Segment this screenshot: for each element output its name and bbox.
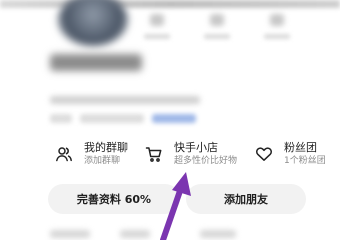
feature-title: 我的群聊 <box>84 141 128 154</box>
username-blur <box>50 54 142 71</box>
feature-fan-club[interactable]: 粉丝团 1个粉丝团 <box>252 136 326 172</box>
complete-profile-button[interactable]: 完善资料 60% <box>48 184 180 214</box>
profile-tag-blur <box>80 114 144 123</box>
feature-kuaishou-shop[interactable]: 快手小店 超多性价比好物 <box>142 136 237 172</box>
bottom-tab-blur <box>50 230 90 238</box>
top-status-blur <box>0 0 340 8</box>
stat-icon-blur <box>150 14 164 26</box>
stat-caption-blur <box>264 34 290 39</box>
feature-subtitle: 超多性价比好物 <box>174 156 238 166</box>
feature-subtitle: 1个粉丝团 <box>284 156 326 166</box>
heart-icon <box>252 142 276 166</box>
stat-caption-blur <box>204 34 230 39</box>
profile-tag-blur <box>50 114 72 123</box>
feature-subtitle: 添加群聊 <box>84 156 121 166</box>
bottom-tab-blur <box>120 230 150 238</box>
feature-group-chat[interactable]: 我的群聊 添加群聊 <box>52 136 128 172</box>
profile-tag-blur <box>152 114 196 123</box>
bottom-tab-blur <box>200 230 236 238</box>
profile-header <box>0 0 340 128</box>
stat-icon-blur <box>270 14 284 26</box>
add-friend-button[interactable]: 添加朋友 <box>186 184 306 214</box>
profile-screen: 我的群聊 添加群聊 快手小店 超多性价比好物 粉丝团 1个粉丝团 完善资料 60… <box>0 0 340 240</box>
feature-title: 粉丝团 <box>284 141 317 154</box>
shopping-cart-icon <box>142 142 166 166</box>
avatar[interactable] <box>58 0 128 46</box>
stat-icon-blur <box>210 14 224 26</box>
bio-blur <box>50 96 200 104</box>
stat-caption-blur <box>144 34 170 39</box>
group-chat-icon <box>52 142 76 166</box>
feature-title: 快手小店 <box>174 141 218 154</box>
